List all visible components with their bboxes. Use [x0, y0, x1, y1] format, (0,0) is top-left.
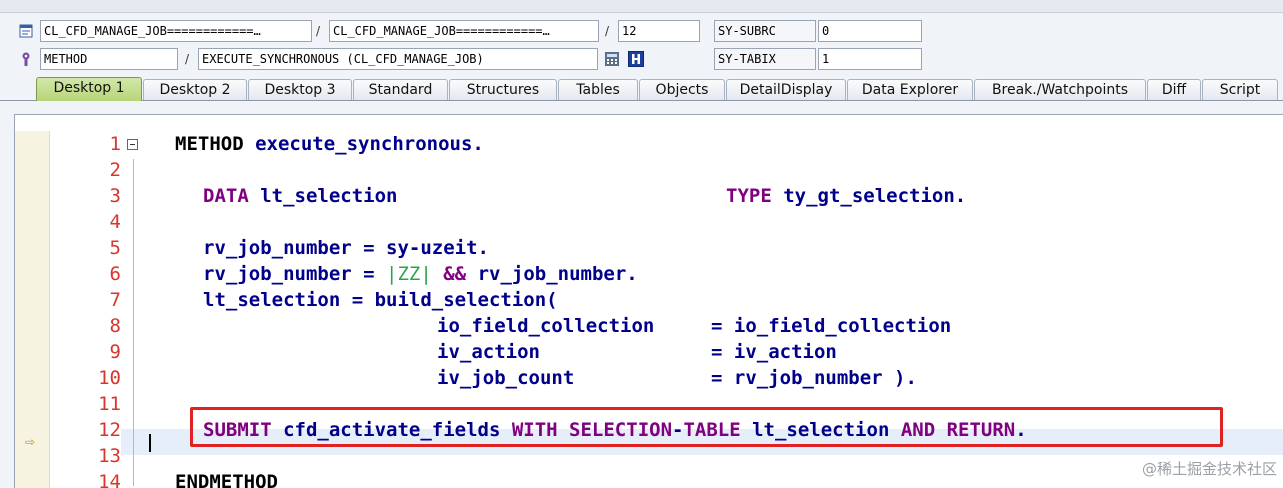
line-number: 6 — [109, 263, 121, 285]
line-number-field[interactable]: 12 — [618, 20, 700, 42]
desktop-tabstrip: Desktop 1 Desktop 2 Desktop 3 Standard S… — [0, 76, 1283, 101]
line-number: 2 — [109, 159, 121, 181]
line-number: 9 — [109, 341, 121, 363]
tab-breakpoints[interactable]: Break./Watchpoints — [974, 79, 1146, 100]
line-number: 3 — [109, 185, 121, 207]
separator: / — [605, 24, 610, 38]
line-number: 13 — [98, 445, 121, 467]
code-line-1: METHOD execute_synchronous. — [175, 133, 484, 155]
line-number: 11 — [98, 393, 121, 415]
code-line-9-param: iv_action — [437, 341, 540, 363]
tab-desktop-3[interactable]: Desktop 3 — [248, 79, 352, 100]
line-number: 7 — [109, 289, 121, 311]
include-field[interactable]: CL_CFD_MANAGE_JOB============… — [329, 20, 599, 42]
tab-structures[interactable]: Structures — [449, 79, 557, 100]
code-line-10-param: iv_job_count — [437, 367, 575, 389]
tab-diff[interactable]: Diff — [1147, 79, 1201, 100]
source-code-editor[interactable]: 1 2 3 4 5 6 7 8 9 10 11 12 13 14 METHOD … — [14, 114, 1283, 488]
current-statement-arrow-icon: ⇨ — [25, 435, 36, 449]
tab-standard[interactable]: Standard — [353, 79, 448, 100]
text-cursor — [149, 434, 151, 452]
history-icon[interactable] — [628, 51, 644, 67]
debugger-field-row-1: CL_CFD_MANAGE_JOB============… / CL_CFD_… — [0, 20, 1283, 42]
line-number: 10 — [98, 367, 121, 389]
code-line-9-value: = iv_action — [711, 341, 837, 363]
source-icon — [19, 24, 33, 38]
code-line-3-type: TYPE ty_gt_selection. — [726, 185, 967, 207]
line-number: 14 — [98, 471, 121, 488]
line-number: 1 — [109, 133, 121, 155]
variable-name-field[interactable]: SY-SUBRC — [714, 20, 816, 42]
annotation-highlight-box — [190, 407, 1223, 447]
calculator-icon[interactable] — [604, 51, 620, 67]
code-line-7: lt_selection = build_selection( — [203, 289, 558, 311]
toolbar-strip — [0, 0, 1283, 13]
code-line-8-value: = io_field_collection — [711, 315, 952, 337]
tab-detaildisplay[interactable]: DetailDisplay — [726, 79, 846, 100]
variable-value-field[interactable]: 0 — [818, 20, 922, 42]
event-type-field[interactable]: METHOD — [40, 48, 178, 70]
tab-desktop-1[interactable]: Desktop 1 — [36, 77, 142, 101]
code-line-5: rv_job_number = sy-uzeit. — [203, 237, 489, 259]
tab-objects[interactable]: Objects — [639, 79, 725, 100]
debugger-field-row-2: METHOD / EXECUTE_SYNCHRONOUS (CL_CFD_MAN… — [0, 48, 1283, 70]
fold-toggle[interactable] — [127, 139, 138, 150]
separator: / — [316, 24, 321, 38]
method-icon — [22, 52, 30, 66]
code-line-8-param: io_field_collection — [437, 315, 655, 337]
variable-value-field[interactable]: 1 — [818, 48, 922, 70]
variable-name-field[interactable]: SY-TABIX — [714, 48, 816, 70]
line-number: 12 — [98, 419, 121, 441]
line-number: 4 — [109, 211, 121, 233]
tab-script[interactable]: Script — [1202, 79, 1278, 100]
tab-data-explorer[interactable]: Data Explorer — [847, 79, 973, 100]
watermark: @稀土掘金技术社区 — [1141, 460, 1277, 478]
tab-tables[interactable]: Tables — [558, 79, 638, 100]
line-number: 8 — [109, 315, 121, 337]
program-field[interactable]: CL_CFD_MANAGE_JOB============… — [40, 20, 312, 42]
code-line-6: rv_job_number = |ZZ| && rv_job_number. — [203, 263, 638, 285]
event-field[interactable]: EXECUTE_SYNCHRONOUS (CL_CFD_MANAGE_JOB) — [198, 48, 598, 70]
code-line-3: DATA lt_selection — [203, 185, 398, 207]
separator: / — [185, 52, 190, 66]
tab-desktop-2[interactable]: Desktop 2 — [143, 79, 247, 100]
line-number: 5 — [109, 237, 121, 259]
code-line-14: ENDMETHOD — [175, 471, 278, 488]
code-line-10-value: = rv_job_number ). — [711, 367, 917, 389]
